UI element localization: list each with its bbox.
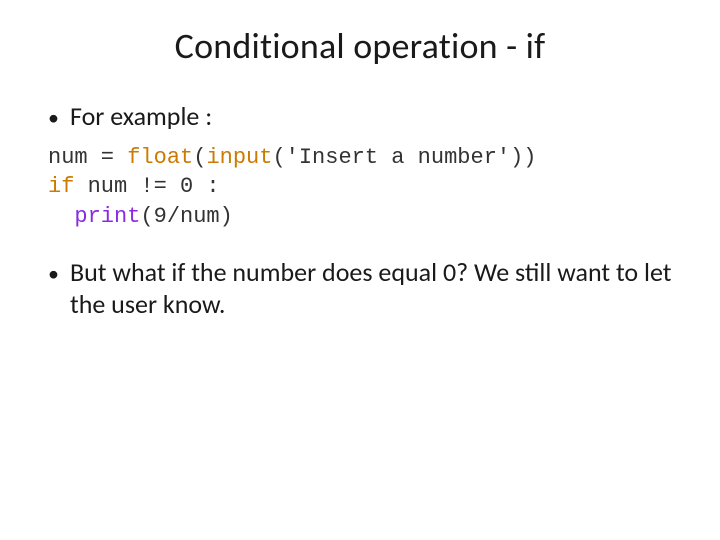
code-function: print [74,204,140,229]
bullet-text: For example : [70,100,672,133]
bullet-dot-icon: • [48,256,70,288]
code-text: )) [510,145,536,170]
code-keyword: input [206,145,272,170]
bullet-item: • For example : [48,100,672,133]
code-text: num != 0 : [74,174,219,199]
code-keyword: if [48,174,74,199]
slide: Conditional operation - if • For example… [0,0,720,540]
code-text: ( [272,145,285,170]
bullet-item: • But what if the number does equal 0? W… [48,256,672,321]
code-block: num = float(input('Insert a number')) if… [48,143,672,232]
code-text: num = [48,145,127,170]
code-string: 'Insert a number' [286,145,510,170]
bullet-text: But what if the number does equal 0? We … [70,256,672,321]
code-text: (9/num) [140,204,232,229]
code-keyword: float [127,145,193,170]
code-text: ( [193,145,206,170]
code-indent [48,204,74,229]
slide-title: Conditional operation - if [48,24,672,68]
bullet-dot-icon: • [48,100,70,132]
